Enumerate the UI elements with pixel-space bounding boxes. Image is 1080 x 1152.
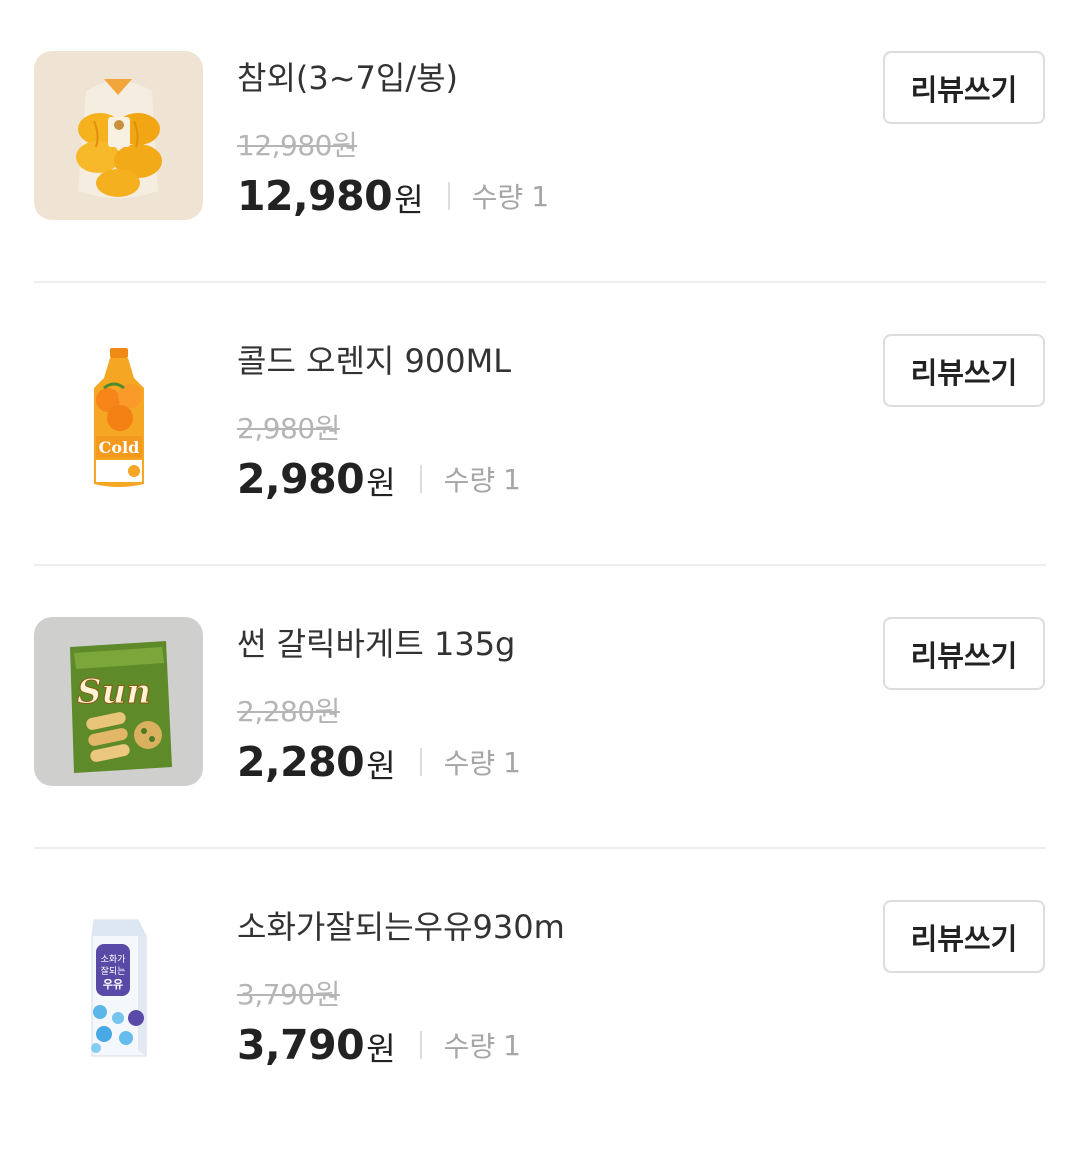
write-review-button[interactable]: 리뷰쓰기 (883, 51, 1045, 124)
write-review-button[interactable]: 리뷰쓰기 (883, 334, 1045, 407)
price-row: 2,980 원 수량 1 (237, 451, 521, 507)
original-price: 12,980원 (237, 129, 358, 162)
original-price: 3,790원 (237, 978, 340, 1011)
milk-carton-image: 소화가 잘되는 우유 (34, 900, 203, 1069)
currency-unit: 원 (366, 1030, 396, 1068)
sale-price: 12,980 (237, 172, 393, 220)
write-review-button[interactable]: 리뷰쓰기 (883, 900, 1045, 973)
quantity-value: 1 (503, 745, 521, 779)
product-image[interactable]: Cold (34, 334, 203, 503)
quantity-label: 수량 (443, 1030, 496, 1063)
order-item: 소화가 잘되는 우유 소화가잘되는우유930m 3,790원 3,790 원 수… (0, 849, 1080, 1132)
sun-chips-bag-image: Sun (34, 617, 203, 786)
yellow-melon-bag-image (34, 51, 203, 220)
product-image[interactable] (34, 51, 203, 220)
svg-text:Sun: Sun (77, 672, 151, 712)
currency-unit: 원 (366, 747, 396, 785)
product-title[interactable]: 소화가잘되는우유930m (237, 905, 565, 949)
separator (419, 465, 422, 493)
original-price: 2,280원 (237, 695, 340, 728)
separator (419, 1031, 422, 1059)
quantity-label: 수량 (443, 747, 496, 780)
price-row: 3,790 원 수량 1 (237, 1017, 521, 1073)
svg-text:소화가: 소화가 (101, 954, 126, 965)
order-item-list: 참외(3~7입/봉) 12,980원 12,980 원 수량 1 리뷰쓰기 Co… (0, 0, 1080, 1132)
svg-text:Cold: Cold (99, 438, 140, 457)
order-item: Cold 콜드 오렌지 900ML 2,980원 2,980 원 수량 1 리뷰… (0, 283, 1080, 566)
original-price: 2,980원 (237, 412, 340, 445)
quantity-value: 1 (503, 462, 521, 496)
product-title[interactable]: 참외(3~7입/봉) (237, 56, 458, 100)
sale-price: 3,790 (237, 1021, 365, 1069)
order-item: Sun 썬 갈릭바게트 135g 2,280원 2,280 원 수량 1 리뷰쓰… (0, 566, 1080, 849)
order-item: 참외(3~7입/봉) 12,980원 12,980 원 수량 1 리뷰쓰기 (0, 0, 1080, 283)
price-row: 12,980 원 수량 1 (237, 168, 549, 224)
orange-juice-bottle-image: Cold (34, 334, 203, 503)
currency-unit: 원 (394, 181, 424, 219)
quantity-value: 1 (531, 179, 550, 213)
quantity-label: 수량 (443, 464, 496, 497)
sale-price: 2,280 (237, 738, 365, 786)
svg-text:잘되는: 잘되는 (101, 965, 126, 977)
svg-text:우유: 우유 (103, 978, 123, 991)
product-title[interactable]: 썬 갈릭바게트 135g (237, 622, 515, 666)
separator (419, 748, 422, 776)
product-image[interactable]: 소화가 잘되는 우유 (34, 900, 203, 1069)
product-image[interactable]: Sun (34, 617, 203, 786)
quantity-value: 1 (503, 1028, 521, 1062)
separator (447, 182, 450, 210)
price-row: 2,280 원 수량 1 (237, 734, 521, 790)
sale-price: 2,980 (237, 455, 365, 503)
write-review-button[interactable]: 리뷰쓰기 (883, 617, 1045, 690)
currency-unit: 원 (366, 464, 396, 502)
quantity-label: 수량 (471, 181, 524, 214)
product-title[interactable]: 콜드 오렌지 900ML (237, 339, 511, 383)
